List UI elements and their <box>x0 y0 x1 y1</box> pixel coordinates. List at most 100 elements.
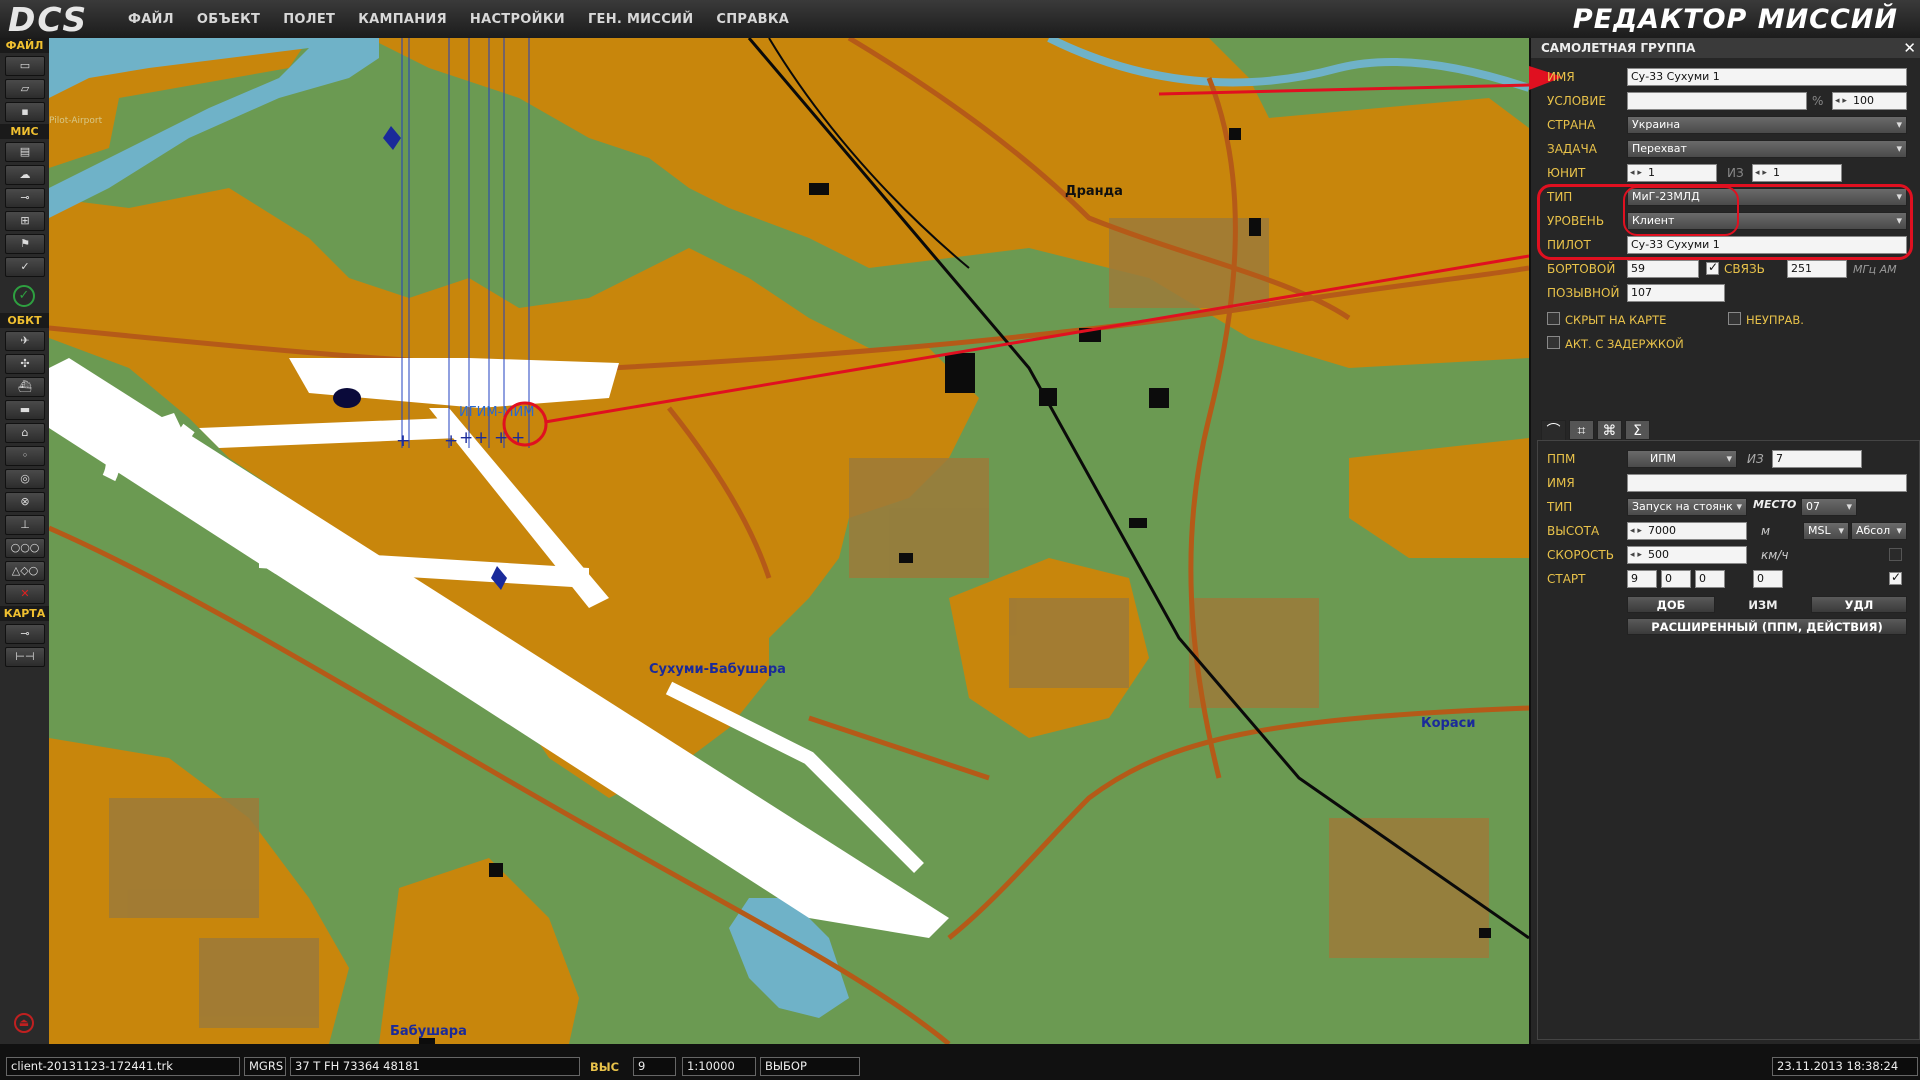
start-day-field[interactable]: 9 <box>1627 570 1657 588</box>
city-label-korasi: Кораси <box>1421 716 1475 731</box>
plane-icon[interactable]: ✈ <box>5 331 45 351</box>
goals-icon[interactable]: ⚑ <box>5 234 45 254</box>
percent-sign: % <box>1812 94 1824 108</box>
delayed-activation-checkbox[interactable] <box>1547 336 1560 349</box>
advanced-actions-button[interactable]: РАСШИРЕННЫЙ (ППМ, ДЕЙСТВИЯ) <box>1627 618 1907 635</box>
waypoint-of-label: ИЗ <box>1747 452 1764 466</box>
weather-icon[interactable]: ☁ <box>5 165 45 185</box>
static-icon[interactable]: ⌂ <box>5 423 45 443</box>
airfield-label: Сухуми-Бабушара <box>649 662 786 677</box>
helicopter-icon[interactable]: ✣ <box>5 354 45 374</box>
unit-label: ЮНИТ <box>1547 166 1586 180</box>
airfield-icon[interactable]: ⊥ <box>5 515 45 535</box>
check-icon[interactable]: ✓ <box>5 257 45 277</box>
uncontrolled-checkbox[interactable] <box>1728 312 1741 325</box>
speed-lock-checkbox[interactable] <box>1889 548 1902 561</box>
start-time-checkbox[interactable] <box>1889 570 1902 585</box>
editor-mode-field: ВЫБОР <box>760 1057 860 1076</box>
ruler-icon[interactable]: ⊢⊣ <box>5 647 45 667</box>
app-title: РЕДАКТОР МИССИЙ <box>1572 4 1898 35</box>
waypoint-name-field[interactable] <box>1627 474 1907 492</box>
group-name-field[interactable]: Су-33 Сухуми 1 <box>1627 68 1907 86</box>
condition-field[interactable] <box>1627 92 1807 110</box>
aircraft-icon[interactable]: + <box>444 431 458 451</box>
coordinate-mode-field[interactable]: MGRS <box>244 1057 286 1076</box>
aircraft-icon[interactable]: + <box>396 431 410 451</box>
toolbar-section-objects: ОБКТ <box>0 313 49 328</box>
probability-stepper[interactable]: 100 <box>1832 92 1907 110</box>
trigger-icon[interactable]: ⊸ <box>5 188 45 208</box>
left-toolbar: ФАЙЛ ▭ ▱ ▪ МИС ▤ ☁ ⊸ ⊞ ⚑ ✓ ✓ ОБКТ ✈ ✣ ⛴ … <box>0 38 50 1044</box>
menu-help[interactable]: СПРАВКА <box>716 12 789 27</box>
status-ok-icon: ✓ <box>13 285 35 307</box>
speed-stepper[interactable]: 500 <box>1627 546 1747 564</box>
waypoint-type-dropdown[interactable]: Запуск на стоянк <box>1627 498 1747 516</box>
map-canvas[interactable]: + + + + + + ИГИМ-МИМ Pilot-Airport Дранд… <box>49 38 1529 1044</box>
board-number-label: БОРТОВОЙ <box>1547 262 1616 276</box>
new-file-icon[interactable]: ▭ <box>5 56 45 76</box>
close-icon[interactable]: ✕ <box>1903 38 1916 58</box>
radio-label: СВЯЗЬ <box>1724 262 1765 276</box>
summary-tab-icon[interactable]: Σ <box>1625 420 1650 440</box>
toolbar-section-map: КАРТА <box>0 606 49 621</box>
edit-waypoint-button[interactable]: ИЗМ <box>1719 596 1807 613</box>
task-dropdown[interactable]: Перехват <box>1627 140 1907 158</box>
toolbar-section-file: ФАЙЛ <box>0 38 49 53</box>
vehicle-icon[interactable]: ▬ <box>5 400 45 420</box>
callsign-field[interactable]: 107 <box>1627 284 1725 302</box>
datetime-field: 23.11.2013 18:38:24 <box>1772 1057 1918 1076</box>
menu-mission-generator[interactable]: ГЕН. МИССИЙ <box>588 12 693 27</box>
aircraft-icon[interactable]: + <box>474 428 488 448</box>
start-second-field[interactable]: 0 <box>1753 570 1783 588</box>
parking-place-dropdown[interactable]: 07 <box>1801 498 1857 516</box>
city-label-babushara: Бабушара <box>390 1024 467 1039</box>
properties-tab-icon[interactable]: ⌘ <box>1597 420 1622 440</box>
aircraft-icon[interactable]: + <box>459 428 473 448</box>
exit-icon[interactable]: ⏏ <box>14 1013 34 1033</box>
altitude-mode-dropdown[interactable]: MSL <box>1803 522 1849 540</box>
delete-waypoint-button[interactable]: УДЛ <box>1811 596 1907 613</box>
dcs-logo: DCS <box>6 0 112 39</box>
panel-title: САМОЛЕТНАЯ ГРУППА ✕ <box>1531 38 1920 58</box>
start-hour-field[interactable]: 0 <box>1661 570 1691 588</box>
menu-object[interactable]: ОБЪЕКТ <box>197 12 260 27</box>
ground-unit-icon[interactable] <box>333 388 361 408</box>
task-label: ЗАДАЧА <box>1547 142 1597 156</box>
start-minute-field[interactable]: 0 <box>1695 570 1725 588</box>
speed-label: СКОРОСТЬ <box>1547 548 1614 562</box>
menu-flight[interactable]: ПОЛЕТ <box>283 12 335 27</box>
delete-icon[interactable]: ✕ <box>5 584 45 604</box>
waypoint-icon[interactable]: ◦ <box>5 446 45 466</box>
briefing-icon[interactable]: ▤ <box>5 142 45 162</box>
old-map-label: Pilot-Airport <box>49 116 103 126</box>
add-waypoint-button[interactable]: ДОБ <box>1627 596 1715 613</box>
map-options-icon[interactable]: ⊸ <box>5 624 45 644</box>
group-icon[interactable]: ○○○ <box>5 538 45 558</box>
radio-frequency-field[interactable]: 251 <box>1787 260 1847 278</box>
altitude-ref-dropdown[interactable]: Абсол <box>1851 522 1907 540</box>
map-scale-field: 1:10000 <box>682 1057 756 1076</box>
open-folder-icon[interactable]: ▱ <box>5 79 45 99</box>
unit-stepper[interactable]: 1 <box>1627 164 1717 182</box>
ship-icon[interactable]: ⛴ <box>5 377 45 397</box>
resource-icon[interactable]: ⊞ <box>5 211 45 231</box>
menu-file[interactable]: ФАЙЛ <box>128 12 174 27</box>
zone-icon[interactable]: ◎ <box>5 469 45 489</box>
menu-campaign[interactable]: КАМПАНИЯ <box>358 12 447 27</box>
shapes-icon[interactable]: △◇○ <box>5 561 45 581</box>
radio-checkbox[interactable] <box>1706 260 1719 275</box>
unit-total-stepper[interactable]: 1 <box>1752 164 1842 182</box>
payload-tab-icon[interactable]: ⌗ <box>1569 420 1594 440</box>
waypoint-dropdown[interactable]: ИПМ <box>1627 450 1737 468</box>
hidden-on-map-checkbox[interactable] <box>1547 312 1560 325</box>
name-label: ИМЯ <box>1547 70 1575 84</box>
route-tab-icon[interactable]: ⌒ <box>1541 420 1566 440</box>
board-number-field[interactable]: 59 <box>1627 260 1699 278</box>
waypoint-total-field[interactable]: 7 <box>1772 450 1862 468</box>
nav-target-icon[interactable]: ⊗ <box>5 492 45 512</box>
save-icon[interactable]: ▪ <box>5 102 45 122</box>
altitude-stepper[interactable]: 7000 <box>1627 522 1747 540</box>
country-dropdown[interactable]: Украина <box>1627 116 1907 134</box>
menu-settings[interactable]: НАСТРОЙКИ <box>470 12 565 27</box>
map-view[interactable]: + + + + + + ИГИМ-МИМ Pilot-Airport Дранд… <box>49 38 1529 1044</box>
